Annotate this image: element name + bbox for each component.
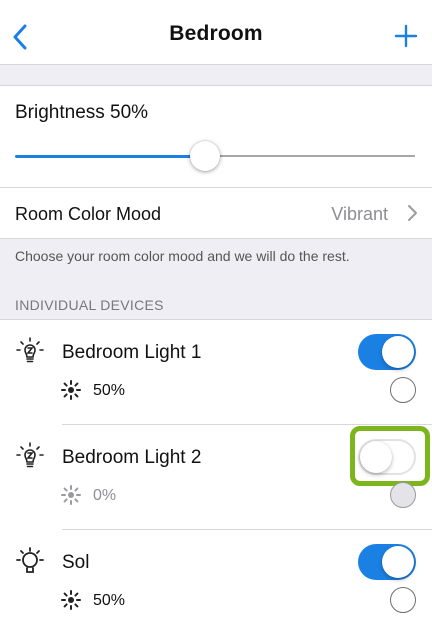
color-picker-circle[interactable] xyxy=(390,482,416,508)
highlight-box xyxy=(350,426,430,486)
device-row-bedroom-light-2: Bedroom Light 2 0% xyxy=(0,425,432,530)
device-row-bedroom-light-1: Bedroom Light 1 50% xyxy=(0,320,432,425)
device-brightness: 50% xyxy=(93,592,126,609)
bulb-icon xyxy=(16,337,44,363)
toggle-knob xyxy=(382,336,414,368)
brightness-icon xyxy=(61,590,81,610)
slider-thumb[interactable] xyxy=(190,141,220,171)
device-name: Bedroom Light 1 xyxy=(62,342,202,363)
device-name: Bedroom Light 2 xyxy=(62,447,202,468)
section-gap xyxy=(0,64,432,86)
device-row-sol: Sol 50% xyxy=(0,530,432,635)
room-color-mood-description: Choose your room color mood and we will … xyxy=(15,248,350,264)
device-brightness: 0% xyxy=(93,487,117,504)
plus-icon xyxy=(394,24,418,48)
navigation-bar: Bedroom xyxy=(0,0,432,64)
slider-track-empty xyxy=(205,155,415,157)
brightness-icon xyxy=(61,380,81,400)
brightness-icon xyxy=(61,485,81,505)
add-button[interactable] xyxy=(392,22,420,50)
bulb-icon xyxy=(16,442,44,468)
toggle-knob xyxy=(382,546,414,578)
device-brightness: 50% xyxy=(93,382,126,399)
device-name: Sol xyxy=(62,552,90,573)
chevron-right-icon xyxy=(408,205,417,221)
slider-track-filled xyxy=(15,155,205,158)
sol-lamp-icon xyxy=(16,547,44,573)
power-toggle[interactable] xyxy=(358,334,416,370)
brightness-section: Brightness 50% xyxy=(0,86,432,187)
color-picker-circle[interactable] xyxy=(390,587,416,613)
power-toggle[interactable] xyxy=(358,544,416,580)
brightness-slider[interactable] xyxy=(15,141,415,171)
room-color-mood-row[interactable]: Room Color Mood Vibrant xyxy=(0,188,432,238)
section-header-devices: INDIVIDUAL DEVICES xyxy=(15,297,164,313)
mood-footer: Choose your room color mood and we will … xyxy=(0,238,432,320)
room-color-mood-value: Vibrant xyxy=(331,204,388,224)
brightness-label: Brightness 50% xyxy=(15,102,149,123)
page-title: Bedroom xyxy=(169,22,263,45)
color-picker-circle[interactable] xyxy=(390,377,416,403)
room-color-mood-label: Room Color Mood xyxy=(15,204,162,224)
